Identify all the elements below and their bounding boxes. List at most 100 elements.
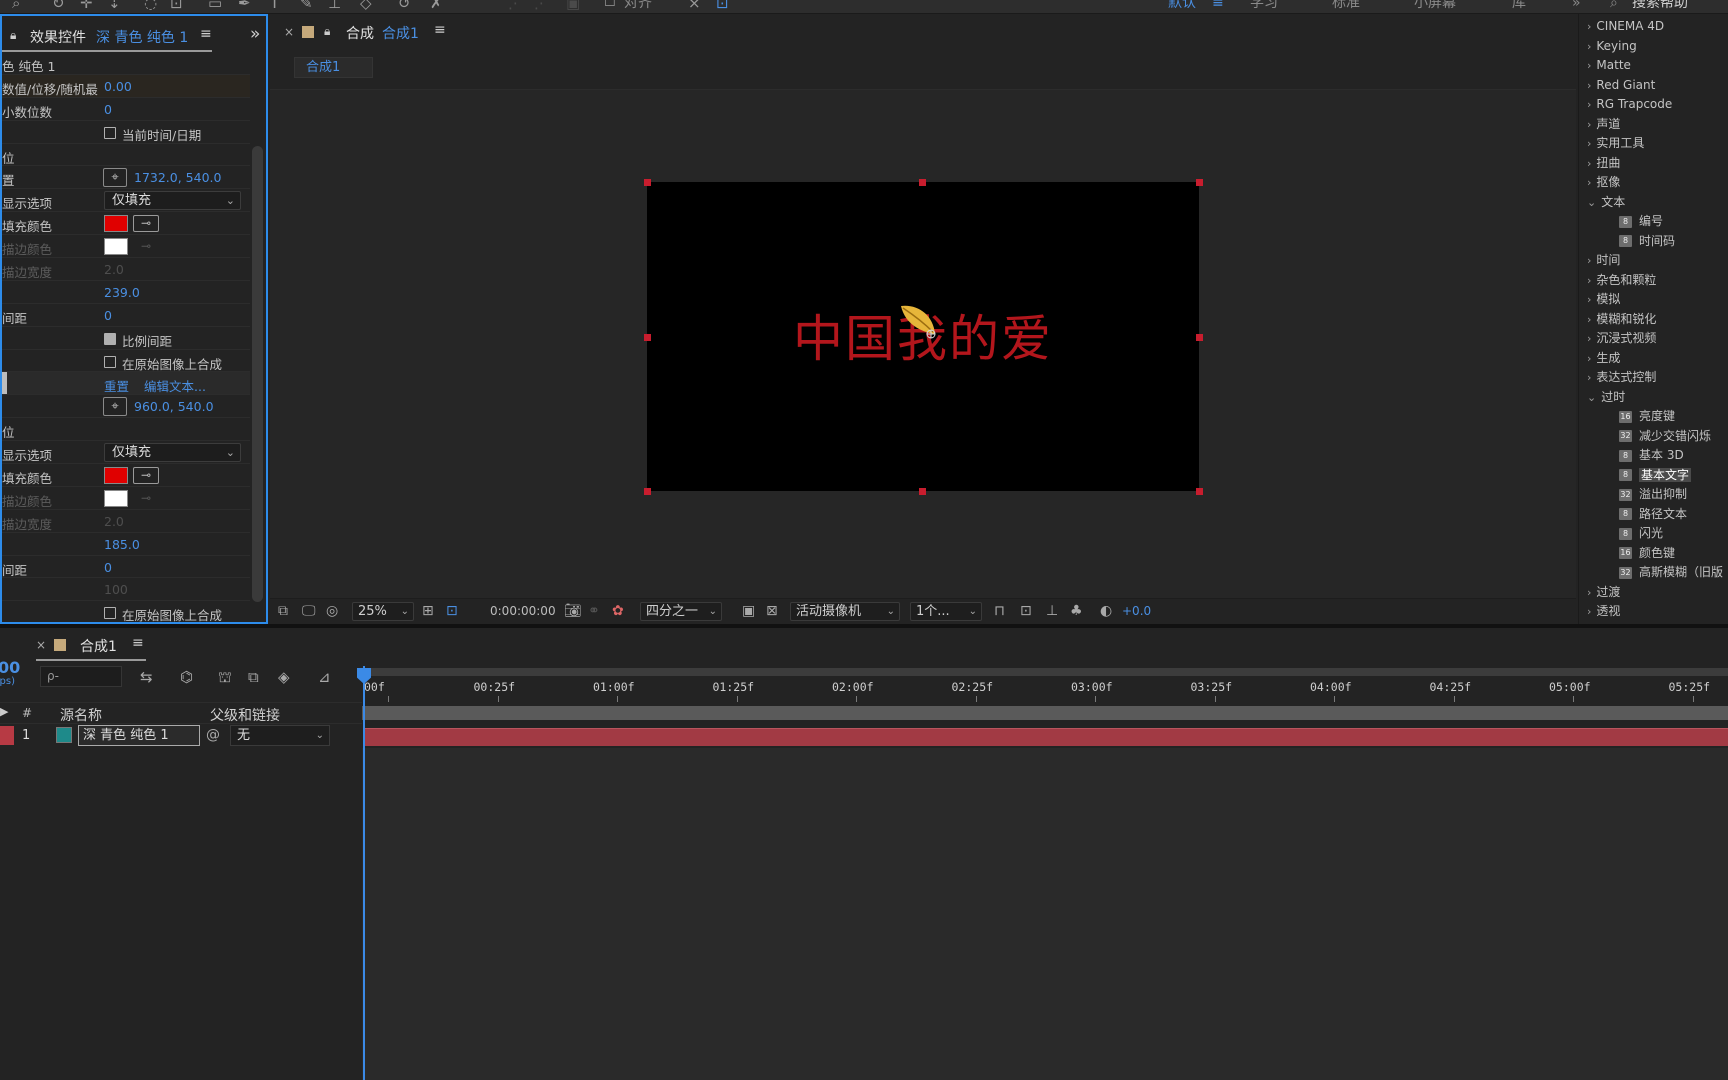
ec-row-proportional-spacing[interactable]: 比例间距	[2, 327, 250, 350]
effect-category[interactable]: › 模糊和锐化	[1587, 312, 1656, 327]
transparency-grid-icon[interactable]: ⊠	[766, 603, 778, 619]
fit-view-icon[interactable]: ⊞	[422, 603, 434, 619]
transform-handle-r[interactable]	[1196, 334, 1203, 341]
lock-icon[interactable]: 🔒︎	[324, 24, 330, 39]
display-options-2-dropdown[interactable]: 仅填充 ⌄	[104, 443, 241, 463]
snapshot-camera-icon[interactable]: 📷︎	[564, 603, 582, 619]
chevron-right-icon[interactable]: ›	[1587, 137, 1591, 150]
chevron-right-icon[interactable]: ›	[1587, 586, 1591, 599]
graph-editor-icon[interactable]: ⊿	[318, 668, 331, 686]
axis-world-icon[interactable]: ⋰	[534, 0, 549, 12]
composition-tab-label[interactable]: 合成	[346, 23, 374, 43]
effect-item[interactable]: 8 闪光	[1619, 526, 1663, 540]
effect-category[interactable]: › Matte	[1587, 58, 1631, 73]
reset-link[interactable]: 重置	[104, 376, 129, 395]
effect-item[interactable]: 8 基本 3D	[1619, 448, 1684, 462]
camera-view-dropdown[interactable]: 活动摄像机 ⌄	[790, 602, 900, 621]
close-tab-icon[interactable]: ×	[36, 638, 46, 652]
clone-stamp-tool-icon[interactable]: ⊥	[328, 0, 341, 12]
effect-item[interactable]: 8 编号	[1619, 214, 1663, 228]
transform-handle-tr[interactable]	[1196, 179, 1203, 186]
crosshair-icon[interactable]: ⌖	[103, 168, 127, 188]
ec-row-value-offset[interactable]: 数值/位移/随机最 0.00	[2, 74, 250, 98]
chevron-right-icon[interactable]: ›	[1587, 59, 1591, 72]
effect-category[interactable]: › CINEMA 4D	[1587, 19, 1664, 34]
effect-item[interactable]: 8 时间码	[1619, 234, 1675, 248]
zoom-tool-icon[interactable]: ⌕	[12, 0, 20, 12]
chevron-right-icon[interactable]: ›	[1587, 313, 1591, 326]
chevron-right-icon[interactable]: ›	[1587, 254, 1591, 267]
axis-local-icon[interactable]: ⋰	[508, 0, 523, 12]
current-timecode[interactable]: 0:00:00:00	[490, 604, 556, 618]
anchor-tool-icon[interactable]: ⇣	[108, 0, 121, 12]
safe-margins-icon[interactable]: ⊡	[446, 603, 458, 619]
effect-category[interactable]: › RG Trapcode	[1587, 97, 1672, 112]
comp-mini-flowchart-icon[interactable]: ⇆	[140, 668, 153, 686]
effect-category[interactable]: › 表达式控制	[1587, 370, 1656, 385]
draft-3d-icon[interactable]: ⌬	[180, 668, 193, 686]
composition-viewer[interactable]: 中国我的爱	[270, 90, 1576, 598]
effect-category[interactable]: ⌄ 文本	[1587, 195, 1625, 210]
rotate-tool-icon[interactable]: ↻	[52, 0, 65, 12]
chevron-right-icon[interactable]: ›	[1587, 157, 1591, 170]
ec-row-position[interactable]: 置 ⌖ 1732.0, 540.0	[2, 166, 250, 190]
effect-item[interactable]: 8 基本文字	[1619, 467, 1692, 482]
effect-category[interactable]: › Red Giant	[1587, 78, 1655, 93]
effect-category[interactable]: › 生成	[1587, 351, 1620, 366]
show-snapshot-icon[interactable]: ⚭	[588, 603, 600, 619]
resolution-dropdown[interactable]: 四分之一 ⌄	[640, 602, 722, 621]
layer-row[interactable]: 1 深 青色 纯色 1 @ 无 ⌄	[0, 724, 362, 748]
chevron-right-icon[interactable]: ›	[1587, 371, 1591, 384]
effect-category[interactable]: › Keying	[1587, 39, 1637, 54]
chevron-right-icon[interactable]: ›	[1587, 98, 1591, 111]
text-tool-icon[interactable]: T	[270, 0, 279, 12]
workspace-small-screen[interactable]: 小屏幕	[1414, 0, 1456, 11]
work-area-bar[interactable]	[362, 706, 1728, 720]
transform-handle-br[interactable]	[1196, 488, 1203, 495]
effect-item[interactable]: 16 颜色键	[1619, 546, 1675, 560]
mask-visibility-icon[interactable]: ◎	[326, 603, 338, 619]
chevron-right-icon[interactable]: ›	[1587, 176, 1591, 189]
breadcrumb-comp1[interactable]: 合成1	[294, 57, 373, 78]
view-layout-dropdown[interactable]: 1个... ⌄	[910, 602, 982, 621]
rectangle-tool-icon[interactable]: ▭	[208, 0, 222, 12]
panel-menu-icon[interactable]: ≡	[434, 22, 446, 38]
puppet-tool-icon[interactable]: ✗	[430, 0, 443, 12]
roto-brush-tool-icon[interactable]: ↺	[398, 0, 411, 12]
ec-row-current-time[interactable]: 当前时间/日期	[2, 121, 250, 144]
transform-handle-b[interactable]	[919, 488, 926, 495]
transform-handle-t[interactable]	[919, 179, 926, 186]
pan-behind-tool-icon[interactable]: ⊡	[170, 0, 183, 12]
layer-duration-bar[interactable]	[364, 728, 1728, 746]
vertical-scrollbar[interactable]	[252, 146, 263, 602]
layer-label-color[interactable]	[0, 726, 14, 745]
always-preview-icon[interactable]: ⧉	[278, 603, 288, 619]
close-tab-icon[interactable]: ×	[284, 25, 294, 39]
effect-category[interactable]: › 声道	[1587, 117, 1620, 132]
column-parent-link[interactable]: 父级和链接	[210, 705, 280, 725]
workspace-libraries[interactable]: 库	[1512, 0, 1526, 11]
effect-item[interactable]: 32 高斯模糊（旧版	[1619, 565, 1723, 579]
align-checkbox[interactable]: ☐	[604, 0, 616, 12]
composite-on-original-checkbox[interactable]	[104, 355, 116, 368]
effect-controls-tab[interactable]: 🔒︎ 效果控件 深 青色 纯色 1 ≡ »	[2, 22, 268, 52]
brush-tool-icon[interactable]: ✎	[300, 0, 313, 12]
region-of-interest-icon[interactable]: ▣	[742, 603, 755, 619]
panel-menu-icon[interactable]: ≡	[200, 26, 212, 42]
value-offset-value[interactable]: 0.00	[104, 79, 132, 94]
snap-options-icon[interactable]: ⨯	[688, 0, 701, 12]
display-options-dropdown[interactable]: 仅填充 ⌄	[104, 191, 241, 211]
current-time-indicator[interactable]	[363, 666, 365, 1080]
ec-row-composite-original-2[interactable]: 在原始图像上合成	[2, 601, 250, 622]
ec-row-fill-color-2[interactable]: 填充颜色 ⊸	[2, 464, 250, 487]
size-value[interactable]: 239.0	[104, 285, 140, 300]
chevron-right-icon[interactable]: ›	[1587, 332, 1591, 345]
exposure-value[interactable]: +0.0	[1122, 604, 1151, 618]
ec-row-display-options-2[interactable]: 显示选项 仅填充 ⌄	[2, 441, 250, 465]
ec-row-position-2[interactable]: ⌖ 960.0, 540.0	[2, 395, 250, 419]
timeline-empty-area[interactable]	[362, 748, 1728, 1080]
orbit-tool-icon[interactable]: ◌	[144, 0, 157, 12]
ec-row-fill-color[interactable]: 填充颜色 ⊸	[2, 212, 250, 236]
toggle-pixel-aspect-icon[interactable]: ⊓	[994, 603, 1005, 619]
composition-canvas[interactable]: 中国我的爱	[647, 182, 1199, 491]
